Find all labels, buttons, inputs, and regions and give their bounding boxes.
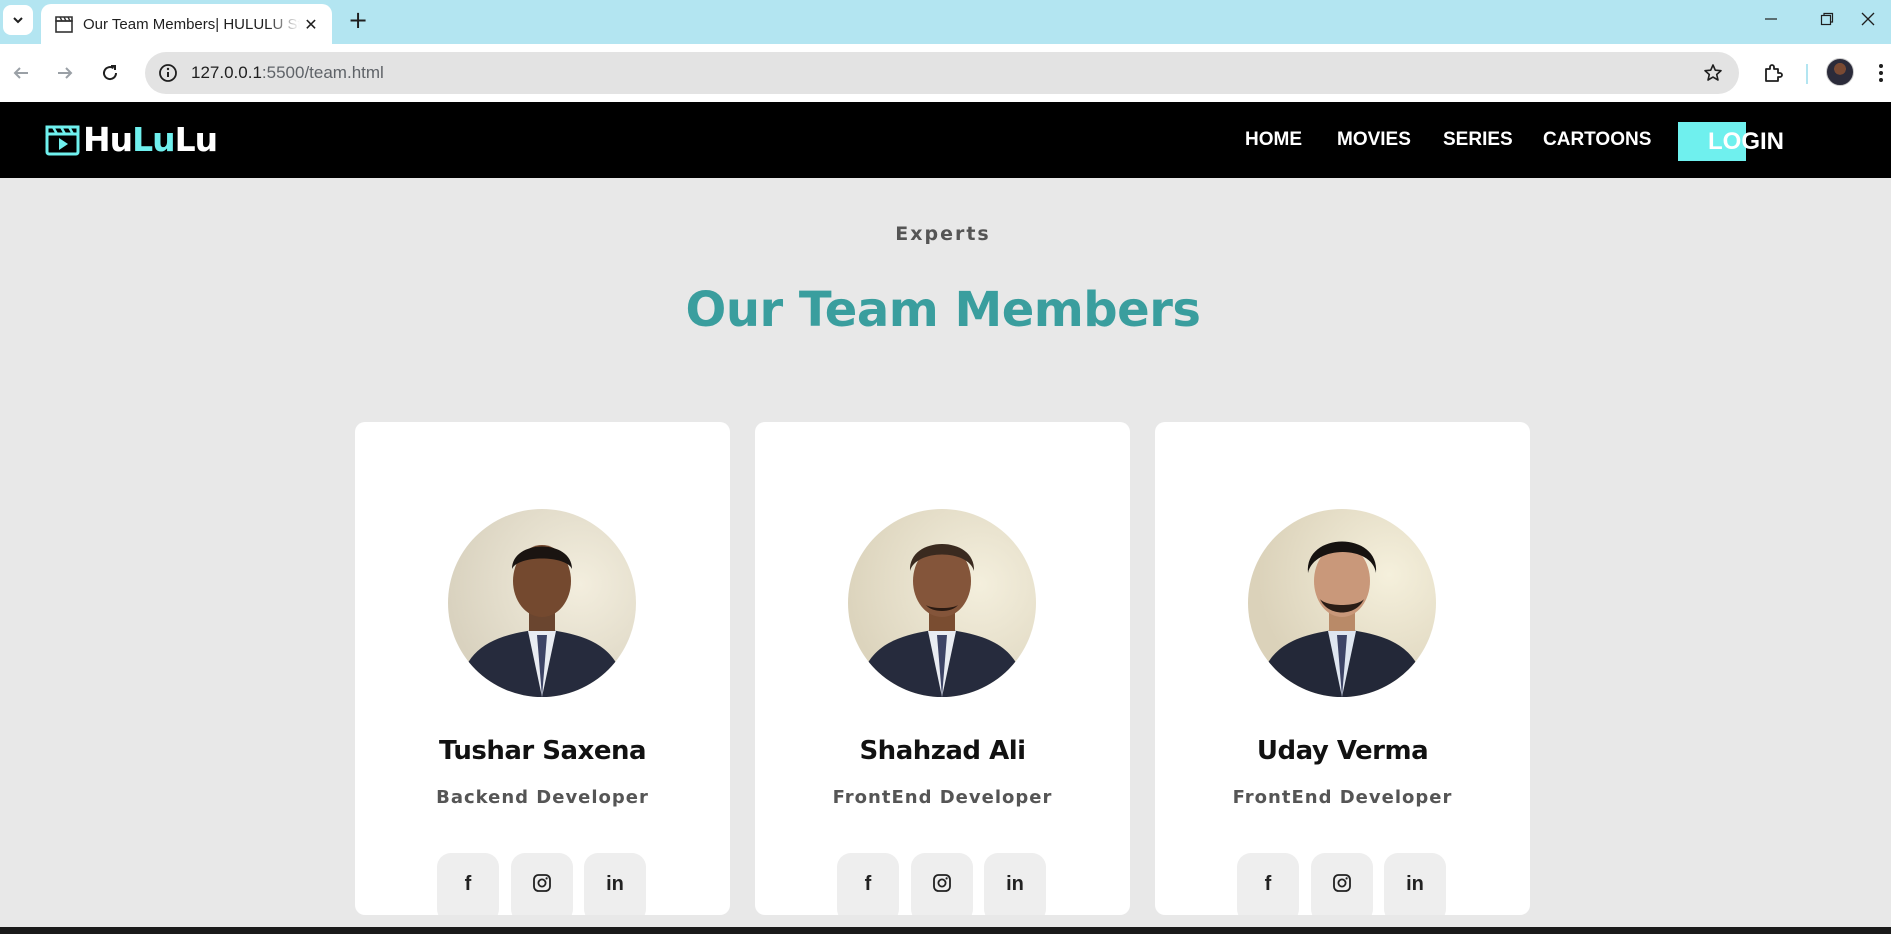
member-role: FrontEnd Developer [832, 787, 1053, 808]
instagram-icon [533, 874, 551, 892]
linkedin-link[interactable]: in [984, 853, 1046, 915]
new-tab-button[interactable]: + [344, 5, 372, 35]
social-links: f in [837, 853, 1049, 915]
address-bar[interactable]: 127.0.0.1:5500/team.html [145, 52, 1739, 94]
minimize-icon[interactable] [1741, 0, 1801, 38]
social-links: f in [1237, 853, 1449, 915]
chevron-down-icon [13, 17, 23, 24]
clapperboard-icon [53, 13, 75, 35]
url-text: 127.0.0.1:5500/team.html [191, 63, 384, 83]
linkedin-link[interactable]: in [1384, 853, 1446, 915]
reload-icon[interactable] [94, 57, 126, 89]
facebook-link[interactable]: f [837, 853, 899, 915]
instagram-link[interactable] [511, 853, 573, 915]
page-title: Our Team Members [685, 282, 1201, 338]
linkedin-icon: in [606, 873, 624, 895]
tab-list-button[interactable] [3, 5, 33, 35]
facebook-link[interactable]: f [437, 853, 499, 915]
linkedin-icon: in [1406, 873, 1424, 895]
close-window-icon[interactable] [1845, 0, 1891, 38]
login-button[interactable]: LOGIN [1678, 122, 1788, 161]
browser-toolbar: 127.0.0.1:5500/team.html [0, 44, 1891, 102]
site-info-icon[interactable] [155, 60, 181, 86]
tab-title: Our Team Members| HULULU St [83, 15, 300, 33]
social-links: f in [437, 853, 649, 915]
team-card: Tushar Saxena Backend Developer f in [355, 422, 730, 915]
logo-text-lu: Lu [174, 120, 219, 159]
back-arrow-icon[interactable] [5, 57, 37, 89]
instagram-icon [933, 874, 951, 892]
url-path: :5500/team.html [261, 63, 384, 82]
member-photo [1248, 509, 1436, 697]
member-photo [448, 509, 636, 697]
browser-tab-active[interactable]: Our Team Members| HULULU St ✕ [41, 4, 332, 44]
logo-text-lu-accent: Lu [132, 120, 176, 159]
site-header: HuLuLu HOME MOVIES SERIES CARTOONS LOGIN [0, 102, 1891, 178]
toolbar-divider [1806, 64, 1808, 84]
facebook-icon: f [464, 873, 472, 895]
facebook-icon: f [1264, 873, 1272, 895]
footer-edge [0, 927, 1891, 934]
profile-avatar[interactable] [1826, 58, 1854, 86]
nav-home[interactable]: HOME [1245, 129, 1302, 151]
team-card: Uday Verma FrontEnd Developer f in [1155, 422, 1530, 915]
close-tab-icon[interactable]: ✕ [300, 13, 322, 35]
facebook-icon: f [864, 873, 872, 895]
bookmark-star-icon[interactable] [1701, 61, 1725, 85]
login-label: LOGIN [1708, 128, 1784, 155]
member-name: Shahzad Ali [859, 736, 1026, 766]
member-role: Backend Developer [436, 787, 649, 808]
nav-cartoons[interactable]: CARTOONS [1543, 129, 1651, 151]
url-host: 127.0.0.1 [191, 63, 262, 82]
linkedin-icon: in [1006, 873, 1024, 895]
logo-text: HuLuLu [83, 120, 219, 160]
more-menu-icon[interactable] [1874, 57, 1888, 89]
browser-tab-bar: Our Team Members| HULULU St ✕ + [0, 0, 1891, 44]
member-photo [848, 509, 1036, 697]
section-eyebrow: Experts [895, 223, 991, 245]
instagram-link[interactable] [1311, 853, 1373, 915]
logo-text-hu: Hu [83, 120, 133, 159]
hululu-logo[interactable]: HuLuLu [45, 120, 219, 160]
linkedin-link[interactable]: in [584, 853, 646, 915]
instagram-icon [1333, 874, 1351, 892]
facebook-link[interactable]: f [1237, 853, 1299, 915]
instagram-link[interactable] [911, 853, 973, 915]
film-clapper-icon [45, 125, 80, 156]
team-card: Shahzad Ali FrontEnd Developer f in [755, 422, 1130, 915]
member-role: FrontEnd Developer [1232, 787, 1453, 808]
forward-arrow-icon[interactable] [49, 57, 81, 89]
extensions-puzzle-icon[interactable] [1757, 57, 1789, 89]
nav-series[interactable]: SERIES [1443, 129, 1513, 151]
nav-movies[interactable]: MOVIES [1337, 129, 1411, 151]
member-name: Tushar Saxena [438, 736, 647, 766]
member-name: Uday Verma [1256, 736, 1429, 766]
